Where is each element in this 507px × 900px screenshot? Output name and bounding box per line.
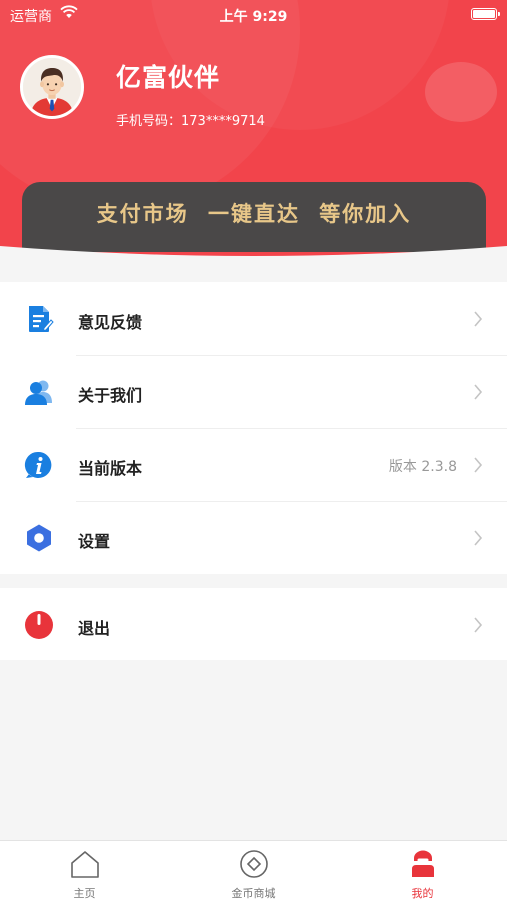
phone-number: 手机号码：173****9714	[116, 110, 265, 129]
chevron-right-icon	[474, 617, 483, 633]
feedback-icon	[24, 304, 54, 334]
tab-bar: 主页 金币商城 我的	[0, 840, 507, 900]
tab-mine[interactable]: 我的	[338, 841, 507, 900]
menu-item-label: 当前版本	[78, 459, 143, 478]
users-icon	[24, 377, 54, 407]
status-bar: 运营商 上午 9:29	[0, 0, 507, 28]
chevron-right-icon	[474, 311, 483, 327]
power-icon	[24, 610, 54, 640]
header-curve	[0, 246, 507, 256]
chevron-right-icon	[474, 530, 483, 546]
header-decoration	[425, 62, 497, 122]
tab-label: 金币商城	[231, 887, 276, 900]
chevron-right-icon	[474, 457, 483, 473]
tab-home[interactable]: 主页	[0, 841, 169, 900]
menu-item-about-us[interactable]: 关于我们	[0, 355, 507, 428]
phone-value: 173****9714	[181, 114, 265, 129]
avatar-illustration	[23, 58, 81, 116]
menu-item-logout[interactable]: 退出	[0, 588, 507, 660]
status-time: 上午 9:29	[219, 9, 288, 25]
battery-icon	[471, 8, 500, 20]
tab-label: 主页	[73, 887, 96, 900]
chevron-right-icon	[474, 384, 483, 400]
menu-item-current-version[interactable]: 当前版本 版本 2.3.8	[0, 428, 507, 501]
user-name: 亿富伙伴	[116, 63, 221, 92]
home-icon	[69, 849, 101, 879]
logout-menu: 退出	[0, 588, 507, 660]
menu-item-label: 意见反馈	[78, 313, 143, 332]
tab-label: 我的	[411, 887, 434, 900]
menu-item-settings[interactable]: 设置	[0, 501, 507, 574]
settings-hexagon-icon	[24, 523, 54, 553]
settings-menu: 意见反馈 关于我们 当前版本 版本 2.3.8 设置	[0, 282, 507, 574]
menu-item-label: 关于我们	[78, 386, 143, 405]
menu-item-label: 退出	[78, 619, 111, 638]
tab-coin-mall[interactable]: 金币商城	[169, 841, 338, 900]
profile-icon	[407, 849, 439, 879]
menu-item-label: 设置	[78, 532, 111, 551]
version-number: 版本 2.3.8	[388, 459, 457, 475]
phone-label: 手机号码：	[116, 114, 182, 129]
profile-header: 运营商 上午 9:29 亿富伙伴 手机号码：173****9714 支付市场 一…	[0, 0, 507, 256]
avatar[interactable]	[20, 55, 84, 119]
coin-icon	[238, 849, 270, 879]
info-icon	[24, 450, 54, 480]
menu-item-feedback[interactable]: 意见反馈	[0, 282, 507, 355]
